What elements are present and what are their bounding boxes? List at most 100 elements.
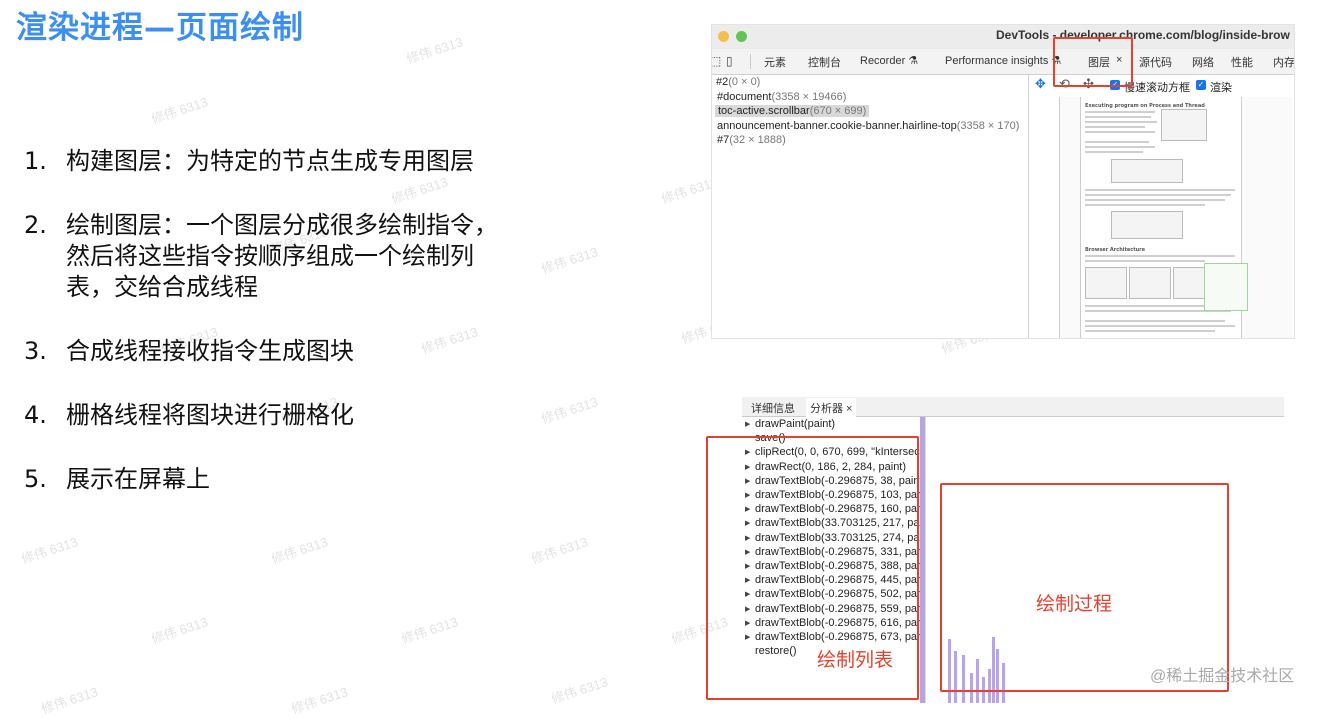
preview-text-line <box>1085 126 1145 128</box>
profiler-tab-label: 分析器 <box>810 403 843 415</box>
layer-size: (0 × 0) <box>728 76 761 88</box>
watermark-text: 修伟 6313 <box>399 614 460 647</box>
inspect-element-icon[interactable]: ⬚ <box>712 54 721 68</box>
minimize-button[interactable] <box>718 31 729 42</box>
layer-highlight-box <box>1204 263 1248 311</box>
preview-figure <box>1085 267 1127 299</box>
watermark-text: 修伟 6313 <box>269 534 330 567</box>
layer-view-panel: ✥ ⟲ ✣ ✓ 慢速滚动方框 ✓ 渲染 Executing program on… <box>1029 75 1294 338</box>
preview-text-line <box>1085 260 1205 262</box>
profiler-tab-bar: 详细信息 分析器 × <box>742 397 1284 418</box>
toolbar-divider <box>750 54 751 69</box>
preview-text-line <box>1085 199 1225 201</box>
paint-command-row[interactable]: ▶ drawPaint(paint) <box>745 418 835 430</box>
step-number: 4. <box>24 401 47 429</box>
watermark-text: 修伟 6313 <box>289 684 350 717</box>
layer-tree-item[interactable]: announcement-banner.cookie-banner.hairli… <box>717 120 1019 132</box>
preview-text-line <box>1085 325 1235 327</box>
devtools-tab-bar: ⬚ ▯ 元素 控制台 Recorder ⚗ Performance insights … <box>712 49 1294 75</box>
preview-text-line <box>1085 320 1225 322</box>
devtools-tab-5[interactable]: 源代码 <box>1139 54 1172 70</box>
watermark-text: 修伟 6313 <box>539 244 600 277</box>
profiler-tab-0[interactable]: 详细信息 <box>747 398 799 418</box>
profiler-tab-1[interactable]: 分析器 × <box>806 398 857 418</box>
window-titlebar: DevTools - developer.chrome.com/blog/ins… <box>712 25 1294 49</box>
paint-command-label: drawPaint(paint) <box>755 418 836 430</box>
profiler-tab-label: 详细信息 <box>751 403 795 415</box>
watermark-text: 修伟 6313 <box>549 674 610 707</box>
slide-title: 渲染进程—页面绘制 <box>16 10 304 46</box>
paint-label: 渲染 <box>1210 82 1232 94</box>
layer-name: toc-active.scrollbar <box>718 105 810 117</box>
watermark-text: 修伟 6313 <box>39 684 100 717</box>
watermark-text: 修伟 6313 <box>19 534 80 567</box>
layer-tree-panel: #2(0 × 0) #document(3358 × 19466) toc-acti… <box>712 75 1029 338</box>
paint-checkbox[interactable]: ✓ <box>1196 80 1206 90</box>
preview-figure <box>1111 211 1183 239</box>
step-text: 展示在屏幕上 <box>66 465 210 493</box>
preview-text-line <box>1085 255 1235 257</box>
layer-tree-item[interactable]: #2(0 × 0) <box>716 76 760 88</box>
preview-text-line <box>1085 189 1235 191</box>
step-item: 4. 栅格线程将图块进行栅格化 <box>24 400 504 431</box>
preview-text-line <box>1085 204 1205 206</box>
steps-list: 1. 构建图层：为特定的节点生成专用图层 2. 绘制图层：一个图层分成很多绘制指令，然… <box>24 146 504 528</box>
layer-name: #2 <box>716 76 729 88</box>
devtools-layers-window: DevTools - developer.chrome.com/blog/ins… <box>711 24 1295 339</box>
preview-text-line <box>1085 141 1149 143</box>
layer-name: #7 <box>717 134 730 146</box>
pan-mode-icon[interactable]: ✥ <box>1035 77 1046 92</box>
preview-text-line <box>1085 131 1155 133</box>
window-title: DevTools - developer.chrome.com/blog/ins… <box>996 28 1290 42</box>
preview-text-line <box>1085 111 1155 113</box>
devtools-tab-1[interactable]: 控制台 <box>808 54 841 70</box>
expand-triangle-icon[interactable]: ▶ <box>745 420 755 428</box>
preview-text-line <box>1085 330 1215 332</box>
paint-process-highlight <box>940 483 1229 692</box>
watermark-text: 修伟 6313 <box>539 394 600 427</box>
preview-text-line <box>1085 194 1231 196</box>
layer-size: (32 × 1888) <box>729 134 786 146</box>
preview-text-line <box>1085 151 1143 153</box>
layer-tree-item[interactable]: toc-active.scrollbar(670 × 699) <box>715 105 870 117</box>
layer-size: (3358 × 19466) <box>771 90 847 103</box>
close-tab-icon[interactable]: × <box>843 403 852 415</box>
layer-tree-item[interactable]: #7(32 × 1888) <box>717 134 786 146</box>
devtools-tab-6[interactable]: 网络 <box>1192 54 1214 70</box>
devtools-tab-0[interactable]: 元素 <box>764 54 786 70</box>
preview-text-line <box>1085 116 1151 118</box>
step-number: 3. <box>24 337 47 365</box>
step-number: 5. <box>24 465 47 493</box>
layer-size: (670 × 699) <box>809 105 867 117</box>
layer-canvas[interactable]: Executing program on Process and Thread … <box>1059 97 1292 338</box>
layer-tree-item[interactable]: #document(3358 × 19466) <box>717 91 846 103</box>
layers-tab-highlight <box>1053 37 1133 87</box>
devtools-tab-7[interactable]: 性能 <box>1231 54 1253 70</box>
device-toolbar-icon[interactable]: ▯ <box>726 54 733 68</box>
step-text: 构建图层：为特定的节点生成专用图层 <box>66 147 474 175</box>
watermark-text: 修伟 6313 <box>149 614 210 647</box>
step-text: 栅格线程将图块进行栅格化 <box>66 401 354 429</box>
step-item: 5. 展示在屏幕上 <box>24 464 504 495</box>
step-item: 3. 合成线程接收指令生成图块 <box>24 336 504 367</box>
paint-list-annotation: 绘制列表 <box>817 650 894 671</box>
layer-size: (3358 × 170) <box>956 119 1020 132</box>
step-text: 绘制图层：一个图层分成很多绘制指令，然后将这些指令按顺序组成一个绘制列表，交给合… <box>66 211 498 301</box>
maximize-button[interactable] <box>736 31 747 42</box>
preview-figure <box>1129 267 1171 299</box>
preview-figure <box>1161 109 1207 141</box>
step-number: 2. <box>24 211 47 239</box>
devtools-tab-2[interactable]: Recorder ⚗ <box>860 54 918 67</box>
slow-scroll-rects-label: 慢速滚动方框 <box>1124 82 1190 94</box>
watermark-text: 修伟 6313 <box>149 94 210 127</box>
step-item: 1. 构建图层：为特定的节点生成专用图层 <box>24 146 504 177</box>
step-text: 合成线程接收指令生成图块 <box>66 337 354 365</box>
preview-heading: Browser Architecture <box>1085 247 1146 253</box>
watermark-text: 修伟 6313 <box>404 34 465 67</box>
preview-text-line <box>1085 146 1155 148</box>
step-item: 2. 绘制图层：一个图层分成很多绘制指令，然后将这些指令按顺序组成一个绘制列表，交… <box>24 210 504 303</box>
devtools-tab-8[interactable]: 内存 <box>1273 54 1294 70</box>
devtools-tab-3[interactable]: Performance insights ⚗ <box>945 54 1061 67</box>
layer-name: #document <box>717 90 772 103</box>
preview-figure <box>1111 159 1183 183</box>
